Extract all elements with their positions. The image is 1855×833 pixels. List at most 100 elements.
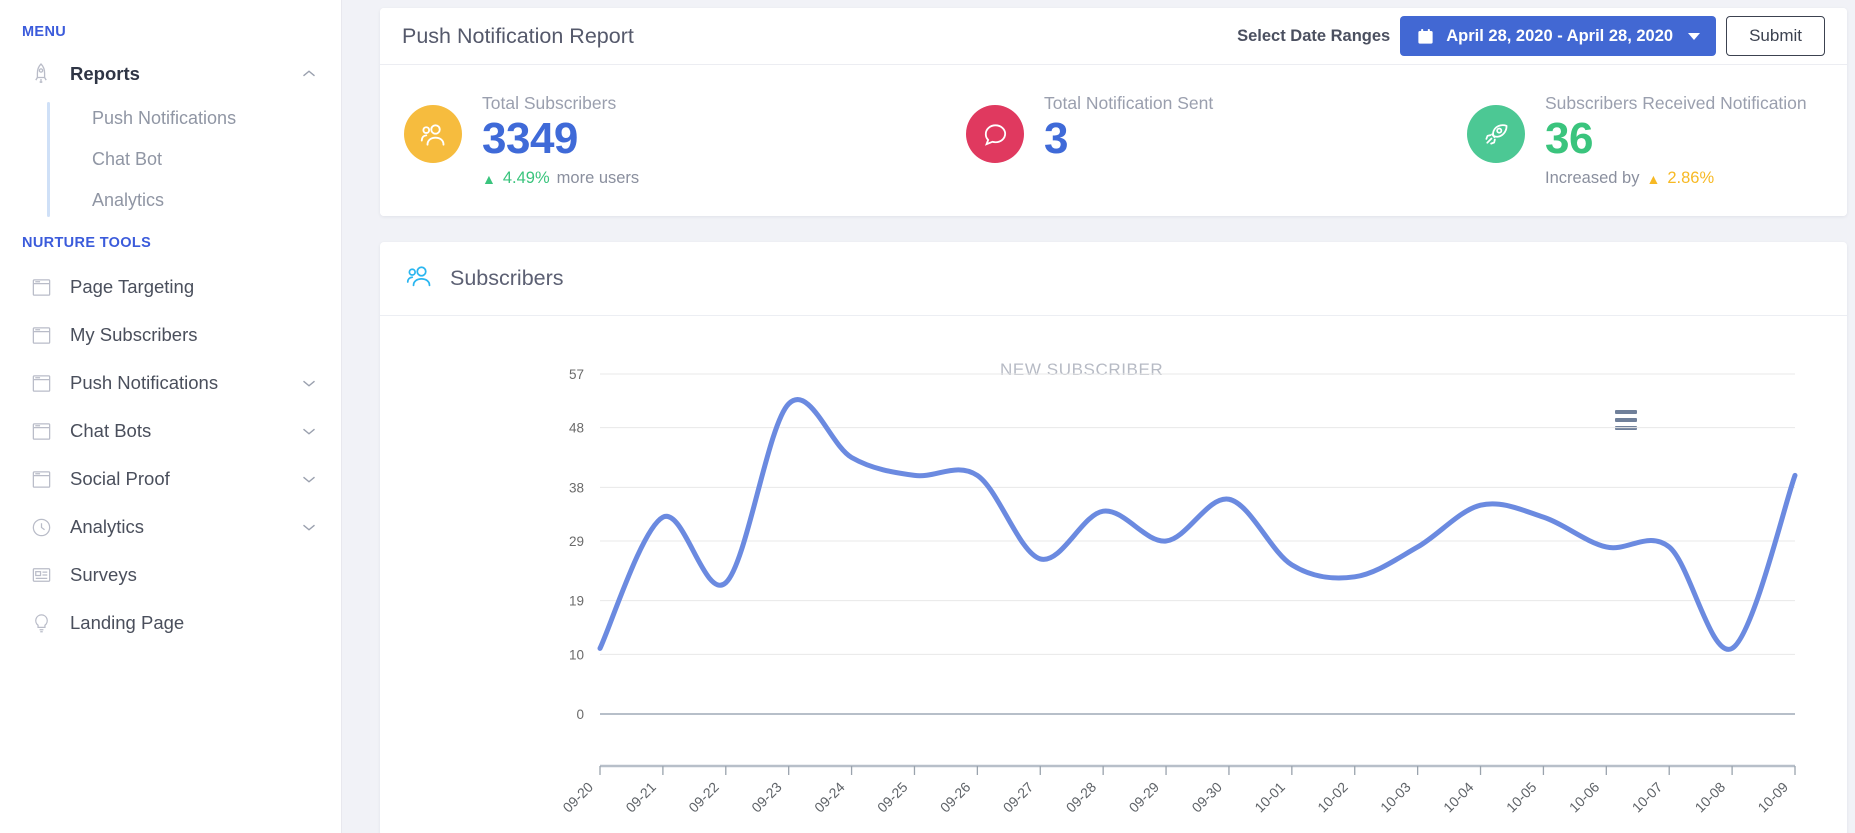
arrow-up-icon: ▲ [1646,170,1661,187]
stat-value: 3 [1044,114,1068,163]
date-range-label: Select Date Ranges [1237,26,1391,45]
svg-text:10: 10 [569,648,584,663]
submit-button[interactable]: Submit [1726,16,1825,56]
svg-text:10-03: 10-03 [1377,779,1414,816]
date-range-value: April 28, 2020 - April 28, 2020 [1446,26,1674,45]
svg-text:09-26: 09-26 [937,779,974,816]
report-header-card: Push Notification Report Select Date Ran… [380,8,1847,217]
date-range-picker[interactable]: April 28, 2020 - April 28, 2020 [1400,16,1717,56]
svg-text:09-23: 09-23 [748,779,785,816]
calendar-icon [1416,27,1435,46]
chart-card-title: Subscribers [450,266,564,291]
svg-text:48: 48 [569,421,584,436]
window-icon [28,370,54,396]
stat-value: 3349 [482,114,578,163]
chart-card-header: Subscribers [380,242,1847,317]
users-icon [404,261,434,296]
svg-text:10-07: 10-07 [1629,779,1666,816]
sidebar-item-label: Analytics [70,516,145,537]
sidebar-section-nurture-tools: NURTURE TOOLS [22,235,152,251]
svg-text:09-27: 09-27 [1000,779,1037,816]
sidebar-item-label: Surveys [70,564,137,585]
sidebar-item-landing-page[interactable]: Landing Page [0,599,342,647]
survey-icon [28,562,54,588]
rocket-icon [28,61,54,87]
sidebar-item-label: Push Notifications [70,372,219,393]
sidebar-item-label: Social Proof [70,468,170,489]
line-chart-svg: 0 10 19 29 38 48 57 09-20 09-21 09-22 09-23 09-24 09… [559,367,1798,816]
main-content: Push Notification Report Select Date Ran… [342,0,1855,833]
svg-text:10-08: 10-08 [1692,779,1729,816]
svg-text:0: 0 [576,707,584,722]
sidebar-item-page-targeting[interactable]: Page Targeting [0,263,342,311]
svg-text:09-30: 09-30 [1188,779,1225,816]
stat-caption: Subscribers Received Notification [1545,93,1807,113]
sidebar-subitem-chat-bot[interactable]: Chat Bot [46,139,342,180]
stat-card-total-subscribers: Total Subscribers 3349 ▲ 4.49% more user… [380,91,900,188]
svg-text:10-06: 10-06 [1566,779,1603,816]
svg-text:09-21: 09-21 [622,779,659,816]
stats-strip: Total Subscribers 3349 ▲ 4.49% more user… [380,65,1847,217]
svg-text:10-01: 10-01 [1251,779,1288,816]
svg-text:57: 57 [569,367,584,382]
stat-percent: 2.86% [1667,169,1715,188]
chevron-up-icon[interactable] [298,63,320,85]
svg-text:38: 38 [569,481,584,496]
svg-text:19: 19 [569,594,584,609]
window-icon [28,466,54,492]
sidebar-item-surveys[interactable]: Surveys [0,551,342,599]
sidebar-item-label: Chat Bots [70,420,152,441]
sidebar-item-label: My Subscribers [70,324,198,345]
subscribers-chart-card: Subscribers NEW SUBSCRIBER 0 10 19 29 38 48 57… [380,242,1847,833]
stat-card-subscribers-received: Subscribers Received Notification 36 Inc… [1405,91,1847,188]
stat-subtext: Increased by ▲ 2.86% [1545,169,1807,188]
sidebar-item-chat-bots[interactable]: Chat Bots [0,407,342,455]
stat-sub-prefix: Increased by [1545,169,1640,188]
svg-text:09-20: 09-20 [559,779,596,816]
chart-plot-area: NEW SUBSCRIBER 0 10 19 29 38 48 57 09-20 09-21 09… [380,316,1847,833]
stat-sub-suffix: more users [556,169,640,188]
chevron-down-icon[interactable] [298,516,320,538]
stat-body: Total Notification Sent 3 [1044,91,1213,162]
chat-bubble-icon [966,105,1024,163]
app-root: MENU Reports Push Notifications Chat Bot… [0,0,1855,833]
sidebar-item-label: Reports [70,63,140,84]
sidebar-subitem-analytics[interactable]: Analytics [46,180,342,221]
stat-body: Total Subscribers 3349 ▲ 4.49% more user… [482,91,639,188]
chevron-down-icon [1688,32,1701,40]
sidebar-item-my-subscribers[interactable]: My Subscribers [0,311,342,359]
sidebar-item-social-proof[interactable]: Social Proof [0,455,342,503]
svg-text:10-02: 10-02 [1314,779,1351,816]
stat-value: 36 [1545,114,1593,163]
sidebar-item-push-notifications[interactable]: Push Notifications [0,359,342,407]
svg-text:09-25: 09-25 [874,779,911,816]
chevron-down-icon[interactable] [298,468,320,490]
svg-text:09-29: 09-29 [1126,779,1163,816]
sidebar-reports-submenu: Push Notifications Chat Bot Analytics [0,98,342,221]
header-controls: Select Date Ranges April 28, 2020 - Apri… [1237,16,1825,56]
sidebar-item-reports[interactable]: Reports [0,50,342,98]
chevron-down-icon[interactable] [298,372,320,394]
arrow-up-icon: ▲ [482,170,496,187]
svg-text:09-22: 09-22 [685,779,722,816]
window-icon [28,322,54,348]
sidebar-item-label: Landing Page [70,612,185,633]
sidebar-subitem-push-notifications[interactable]: Push Notifications [46,98,342,139]
stat-percent: 4.49% [502,169,550,188]
sidebar-menu-heading: MENU [22,24,67,40]
bulb-icon [28,610,54,636]
rocket-icon [1467,105,1525,163]
report-header: Push Notification Report Select Date Ran… [380,8,1847,65]
stat-caption: Total Notification Sent [1044,93,1214,113]
stat-body: Subscribers Received Notification 36 Inc… [1545,91,1807,188]
svg-text:09-28: 09-28 [1063,779,1100,816]
svg-text:10-05: 10-05 [1503,779,1540,816]
window-icon [28,274,54,300]
stat-caption: Total Subscribers [482,93,617,113]
sidebar-item-analytics[interactable]: Analytics [0,503,342,551]
chevron-down-icon[interactable] [298,420,320,442]
svg-text:10-09: 10-09 [1754,779,1791,816]
users-icon [404,105,462,163]
sidebar-item-label: Page Targeting [70,276,195,297]
stat-card-total-notification-sent: Total Notification Sent 3 [900,91,1405,188]
